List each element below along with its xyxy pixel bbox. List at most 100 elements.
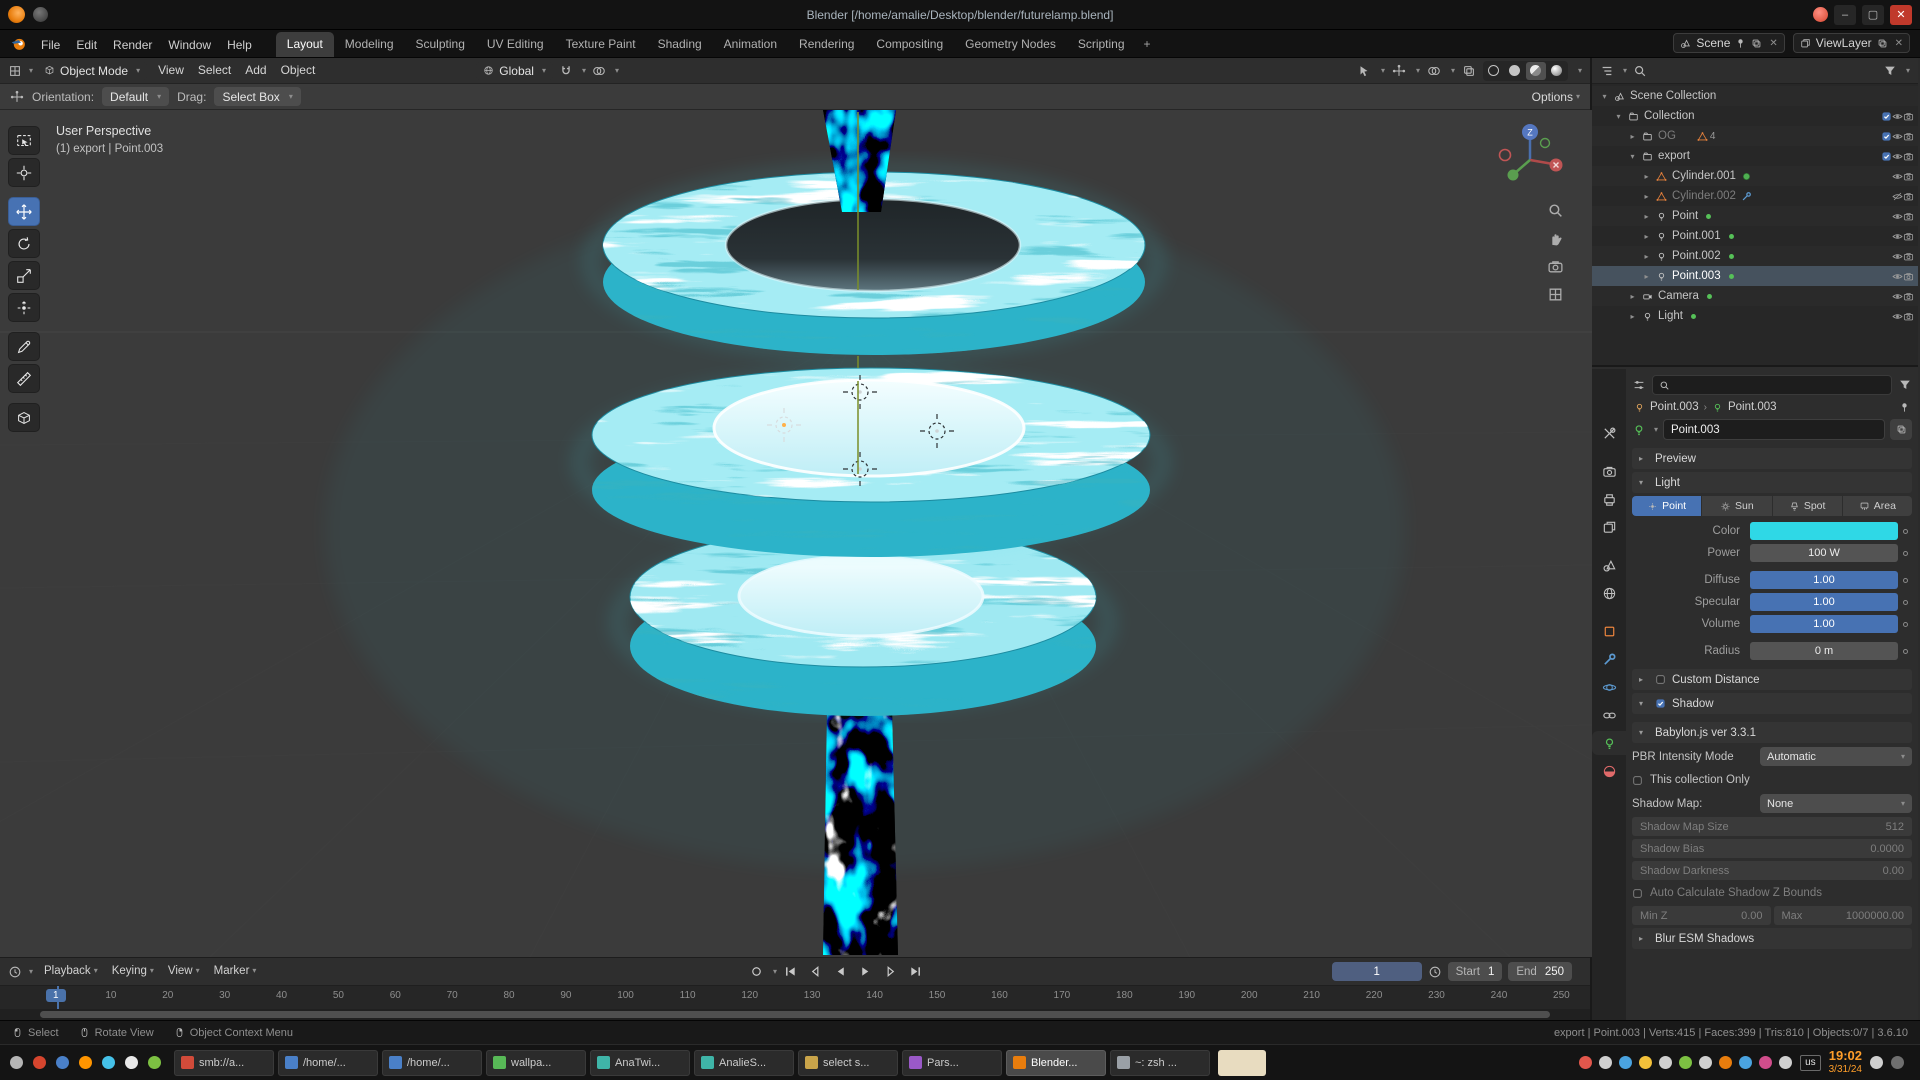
collection-only-row[interactable]: This collection Only — [1632, 770, 1912, 790]
datablock-name-field[interactable]: Point.003 — [1663, 419, 1885, 440]
play-button[interactable] — [854, 962, 877, 982]
mode-selector[interactable]: Object Mode▾ — [37, 62, 147, 80]
filter-funnel-icon[interactable] — [1898, 378, 1912, 392]
outliner-row[interactable]: ▸ Cylinder.001 — [1592, 166, 1918, 186]
taskbar-launcher[interactable] — [144, 1053, 164, 1073]
outliner-item-label[interactable]: Cylinder.002 — [1670, 190, 1736, 202]
outliner-item-label[interactable]: Light — [1656, 310, 1683, 322]
animate-dot[interactable] — [1898, 600, 1912, 605]
render-visibility-toggle[interactable] — [1903, 251, 1914, 262]
disclosure-icon[interactable]: ▸ — [1626, 132, 1639, 141]
tray-icon[interactable] — [1679, 1056, 1692, 1069]
tray-icon[interactable] — [1619, 1056, 1632, 1069]
hide-eye-toggle[interactable] — [1892, 311, 1903, 322]
menubar-item[interactable]: Edit — [68, 35, 105, 55]
property-value-field[interactable]: 1.00 — [1750, 615, 1898, 633]
panel-light[interactable]: ▾ Light — [1632, 472, 1912, 493]
taskbar-window-button[interactable]: Blender... — [1006, 1050, 1106, 1076]
taskbar-window-button[interactable]: select s... — [798, 1050, 898, 1076]
properties-editor-icon[interactable] — [1632, 378, 1646, 392]
properties-tab[interactable] — [1592, 553, 1626, 577]
selectability-visibility-icon[interactable] — [1357, 64, 1371, 78]
next-keyframe-button[interactable] — [879, 962, 902, 982]
taskbar-thumbnail[interactable] — [1218, 1050, 1266, 1076]
add-workspace-button[interactable]: + — [1136, 33, 1159, 57]
shadow-checkbox[interactable] — [1655, 698, 1666, 709]
snap-magnet-icon[interactable] — [559, 64, 573, 78]
playhead-frame-badge[interactable]: 1 — [46, 989, 66, 1002]
light-type-button[interactable]: Sun — [1702, 496, 1771, 516]
properties-tab[interactable] — [1592, 731, 1626, 755]
pbr-mode-dropdown[interactable]: Automatic▾ — [1760, 747, 1912, 766]
outliner-row[interactable]: ▸ Point.003 — [1592, 266, 1918, 286]
hide-eye-toggle[interactable] — [1892, 171, 1903, 182]
disclosure-icon[interactable]: ▾ — [1612, 112, 1625, 121]
pin-icon[interactable] — [1735, 38, 1746, 49]
close-button[interactable]: ✕ — [1890, 5, 1912, 25]
menubar-item[interactable]: File — [33, 35, 68, 55]
shadow-map-dropdown[interactable]: None▾ — [1760, 794, 1912, 813]
taskbar-window-button[interactable]: ~: zsh ... — [1110, 1050, 1210, 1076]
timeline-editor-icon[interactable] — [8, 965, 22, 979]
hide-eye-toggle[interactable] — [1892, 231, 1903, 242]
disclosure-icon[interactable]: ▸ — [1640, 172, 1653, 181]
properties-tab[interactable] — [1592, 619, 1626, 643]
camera-view-icon[interactable] — [1547, 258, 1564, 275]
tray-icon[interactable] — [1739, 1056, 1752, 1069]
property-value-field[interactable]: 1.00 — [1750, 571, 1898, 589]
scene-selector[interactable]: Scene ✕ — [1673, 33, 1784, 53]
outliner-row[interactable]: ▸ Light — [1592, 306, 1918, 326]
render-visibility-toggle[interactable] — [1903, 271, 1914, 282]
disclosure-icon[interactable]: ▾ — [1598, 92, 1611, 101]
properties-tab[interactable] — [1592, 515, 1626, 539]
show-desktop-icon[interactable] — [1891, 1056, 1904, 1069]
minimize-button[interactable]: – — [1834, 5, 1856, 25]
timeline-menu-item[interactable]: View▾ — [161, 962, 207, 980]
taskbar-launcher[interactable] — [121, 1053, 141, 1073]
filter-funnel-icon[interactable] — [1883, 64, 1897, 78]
search-icon[interactable] — [1633, 64, 1647, 78]
prev-keyframe-button[interactable] — [804, 962, 827, 982]
transform-orientation-selector[interactable]: Global▾ — [476, 62, 553, 80]
render-visibility-toggle[interactable] — [1903, 191, 1914, 202]
taskbar-window-button[interactable]: /home/... — [382, 1050, 482, 1076]
panel-preview[interactable]: ▸ Preview — [1632, 448, 1912, 469]
play-reverse-button[interactable] — [829, 962, 852, 982]
clock[interactable]: 19:02 3/31/24 — [1829, 1049, 1862, 1075]
outliner-row[interactable]: ▾ export — [1592, 146, 1918, 166]
annotate-tool[interactable] — [8, 332, 40, 361]
disclosure-icon[interactable]: ▸ — [1626, 312, 1639, 321]
workspace-tab[interactable]: Layout — [276, 32, 334, 57]
hide-eye-toggle[interactable] — [1892, 151, 1903, 162]
shading-mode-button[interactable] — [1505, 62, 1525, 80]
max-z-field[interactable]: Max1000000.00 — [1774, 906, 1913, 925]
exclude-checkbox[interactable] — [1881, 131, 1892, 142]
transform-tool[interactable] — [8, 293, 40, 322]
render-visibility-toggle[interactable] — [1903, 171, 1914, 182]
workspace-tab[interactable]: Sculpting — [405, 32, 476, 57]
render-visibility-toggle[interactable] — [1903, 231, 1914, 242]
new-scene-icon[interactable] — [1751, 38, 1762, 49]
new-viewlayer-icon[interactable] — [1877, 38, 1888, 49]
timeline-scrollbar[interactable] — [40, 1011, 1550, 1018]
disclosure-icon[interactable]: ▾ — [1626, 152, 1639, 161]
menubar-item[interactable]: Render — [105, 35, 160, 55]
jump-to-end-button[interactable] — [904, 962, 927, 982]
animate-dot[interactable] — [1898, 649, 1912, 654]
taskbar-launcher[interactable] — [52, 1053, 72, 1073]
taskbar-window-button[interactable]: wallpa... — [486, 1050, 586, 1076]
hide-eye-toggle[interactable] — [1892, 291, 1903, 302]
workspace-tab[interactable]: Rendering — [788, 32, 865, 57]
hide-eye-toggle[interactable] — [1892, 191, 1903, 202]
axis-navigation-gizmo[interactable]: Z — [1490, 118, 1570, 198]
light-type-button[interactable]: Area — [1843, 496, 1912, 516]
taskbar-launcher[interactable] — [75, 1053, 95, 1073]
hide-eye-toggle[interactable] — [1892, 251, 1903, 262]
tray-icon[interactable] — [1699, 1056, 1712, 1069]
workspace-tab[interactable]: Scripting — [1067, 32, 1136, 57]
taskbar-window-button[interactable]: AnaTwi... — [590, 1050, 690, 1076]
keyboard-layout-indicator[interactable]: us — [1800, 1055, 1821, 1071]
collection-only-checkbox[interactable] — [1632, 775, 1643, 786]
outliner-row[interactable]: ▾ Collection — [1592, 106, 1918, 126]
animate-dot[interactable] — [1898, 622, 1912, 627]
